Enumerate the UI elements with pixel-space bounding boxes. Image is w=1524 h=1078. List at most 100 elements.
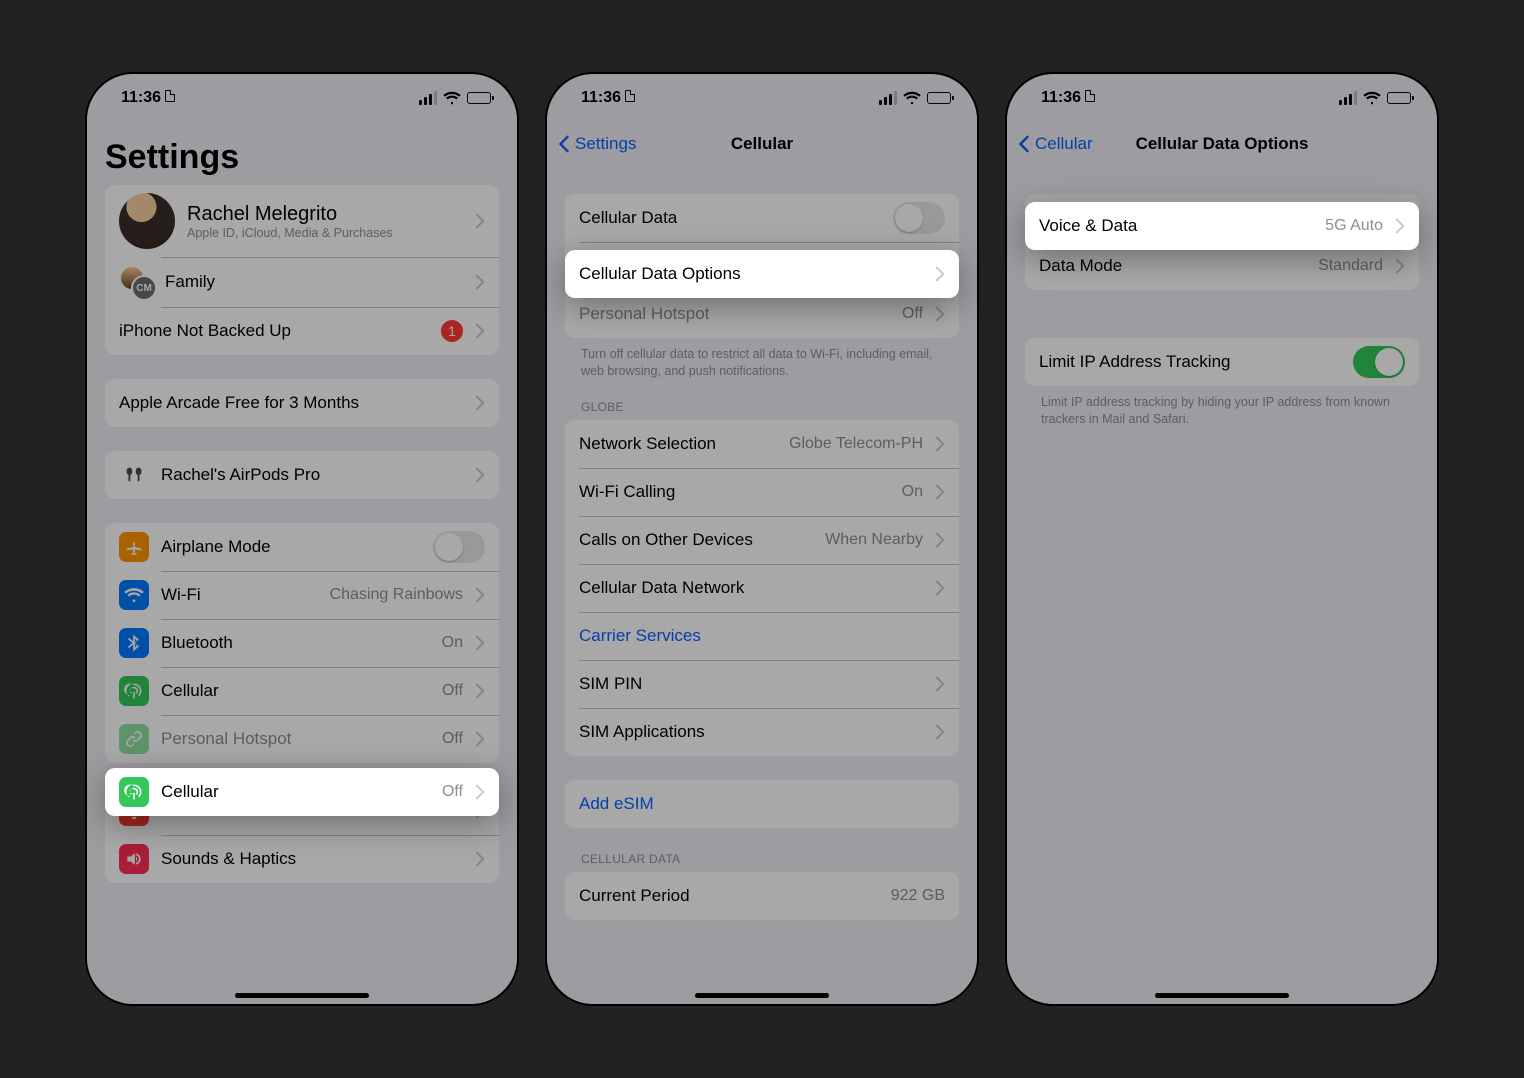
apple-id-row[interactable]: Rachel Melegrito Apple ID, iCloud, Media… xyxy=(105,185,499,257)
home-indicator[interactable] xyxy=(1155,993,1289,998)
data-mode-label: Data Mode xyxy=(1039,256,1306,276)
airplane-toggle[interactable] xyxy=(433,531,485,563)
bluetooth-row[interactable]: Bluetooth On xyxy=(105,619,499,667)
screen-cellular-data-options: 11:36 Cellular Cellular Data Options Voi… xyxy=(1007,74,1437,1004)
sounds-label: Sounds & Haptics xyxy=(161,849,463,869)
personal-hotspot-row[interactable]: Personal Hotspot Off xyxy=(565,290,959,338)
cellular-data-network-row[interactable]: Cellular Data Network xyxy=(565,564,959,612)
orientation-lock-icon xyxy=(165,90,175,102)
link-icon xyxy=(119,724,149,754)
family-row[interactable]: CM Family xyxy=(105,257,499,307)
current-period-row[interactable]: Current Period 922 GB xyxy=(565,872,959,920)
chevron-right-icon xyxy=(935,306,945,322)
carrier-services-row[interactable]: Carrier Services xyxy=(565,612,959,660)
simpin-label: SIM PIN xyxy=(579,674,923,694)
airplane-icon xyxy=(119,532,149,562)
cell-signal-icon xyxy=(1339,91,1357,105)
badge: 1 xyxy=(441,320,463,342)
avatar xyxy=(119,193,175,249)
carrier-label: Carrier Services xyxy=(579,626,945,646)
airplane-mode-row[interactable]: Airplane Mode xyxy=(105,523,499,571)
chevron-right-icon xyxy=(935,580,945,596)
cellular-data-toggle[interactable] xyxy=(893,202,945,234)
backup-label: iPhone Not Backed Up xyxy=(119,321,429,341)
section-header-cellulardata: CELLULAR DATA xyxy=(581,852,943,866)
personal-hotspot-row[interactable]: Personal Hotspot Off xyxy=(105,715,499,763)
status-bar: 11:36 xyxy=(87,74,517,122)
cellular-data-options-row[interactable]: Cellular Data Options xyxy=(565,242,959,290)
arcade-label: Apple Arcade Free for 3 Months xyxy=(119,393,463,413)
network-selection-row[interactable]: Network Selection Globe Telecom-PH xyxy=(565,420,959,468)
chevron-right-icon xyxy=(935,724,945,740)
antenna-icon xyxy=(119,676,149,706)
period-value: 922 GB xyxy=(891,887,945,905)
wifi-icon xyxy=(119,580,149,610)
period-label: Current Period xyxy=(579,886,879,906)
notifications-row[interactable]: Notifications xyxy=(105,787,499,835)
simapps-label: SIM Applications xyxy=(579,722,923,742)
profile-sub: Apple ID, iCloud, Media & Purchases xyxy=(187,226,463,240)
chevron-right-icon xyxy=(475,274,485,290)
status-bar: 11:36 xyxy=(547,74,977,122)
limit-ip-tracking-row[interactable]: Limit IP Address Tracking xyxy=(1025,338,1419,386)
cellular-row[interactable]: Cellular Off xyxy=(105,667,499,715)
home-indicator[interactable] xyxy=(235,993,369,998)
wifi-calling-row[interactable]: Wi-Fi Calling On xyxy=(565,468,959,516)
chevron-right-icon xyxy=(935,676,945,692)
bell-icon xyxy=(119,796,149,826)
wifi-row[interactable]: Wi-Fi Chasing Rainbows xyxy=(105,571,499,619)
sim-pin-row[interactable]: SIM PIN xyxy=(565,660,959,708)
data-mode-row[interactable]: Data Mode Standard xyxy=(1025,242,1419,290)
apple-arcade-row[interactable]: Apple Arcade Free for 3 Months xyxy=(105,379,499,427)
chevron-right-icon xyxy=(475,683,485,699)
nav-bar: Cellular Cellular Data Options xyxy=(1007,122,1437,166)
back-label: Settings xyxy=(575,134,636,154)
cellular-data-row[interactable]: Cellular Data xyxy=(565,194,959,242)
chevron-right-icon xyxy=(475,395,485,411)
cellular-footer: Turn off cellular data to restrict all d… xyxy=(581,346,943,380)
add-esim-row[interactable]: Add eSIM xyxy=(565,780,959,828)
data-mode-value: Standard xyxy=(1318,257,1383,275)
orientation-lock-icon xyxy=(625,90,635,102)
notifications-label: Notifications xyxy=(161,801,463,821)
bluetooth-icon xyxy=(119,628,149,658)
cell-signal-icon xyxy=(879,91,897,105)
wifi-icon xyxy=(443,89,461,107)
back-button[interactable]: Cellular xyxy=(1015,134,1093,154)
cellular-label: Cellular xyxy=(161,681,430,701)
profile-name: Rachel Melegrito xyxy=(187,203,463,226)
cellular-data-label: Cellular Data xyxy=(579,208,881,228)
status-time: 11:36 xyxy=(581,89,621,106)
limit-toggle[interactable] xyxy=(1353,346,1405,378)
airpods-icon xyxy=(119,460,149,490)
voice-data-row[interactable]: Voice & Data 5G Auto xyxy=(1025,194,1419,242)
home-indicator[interactable] xyxy=(695,993,829,998)
airpods-row[interactable]: Rachel's AirPods Pro xyxy=(105,451,499,499)
voice-data-value: 5G Auto xyxy=(1325,209,1383,227)
sim-applications-row[interactable]: SIM Applications xyxy=(565,708,959,756)
chevron-right-icon xyxy=(475,803,485,819)
calls-other-devices-row[interactable]: Calls on Other Devices When Nearby xyxy=(565,516,959,564)
limit-footer: Limit IP address tracking by hiding your… xyxy=(1041,394,1403,428)
cdn-label: Cellular Data Network xyxy=(579,578,923,598)
status-time: 11:36 xyxy=(1041,89,1081,106)
cellular-value: Off xyxy=(442,682,463,700)
status-time: 11:36 xyxy=(121,89,161,106)
backup-warning-row[interactable]: iPhone Not Backed Up 1 xyxy=(105,307,499,355)
back-label: Cellular xyxy=(1035,134,1093,154)
otherdev-label: Calls on Other Devices xyxy=(579,530,813,550)
cell-signal-icon xyxy=(419,91,437,105)
otherdev-value: When Nearby xyxy=(825,531,923,549)
chevron-right-icon xyxy=(475,323,485,339)
back-button[interactable]: Settings xyxy=(555,134,636,154)
airpods-label: Rachel's AirPods Pro xyxy=(161,465,463,485)
family-label: Family xyxy=(165,272,463,292)
hotspot-label: Personal Hotspot xyxy=(579,304,890,324)
wifi-icon xyxy=(1363,89,1381,107)
wifi-icon xyxy=(903,89,921,107)
sounds-row[interactable]: Sounds & Haptics xyxy=(105,835,499,883)
orientation-lock-icon xyxy=(1085,90,1095,102)
screen-settings: 11:36 Settings Rachel Melegrito Apple ID… xyxy=(87,74,517,1004)
wificall-value: On xyxy=(902,483,923,501)
hotspot-value: Off xyxy=(442,730,463,748)
